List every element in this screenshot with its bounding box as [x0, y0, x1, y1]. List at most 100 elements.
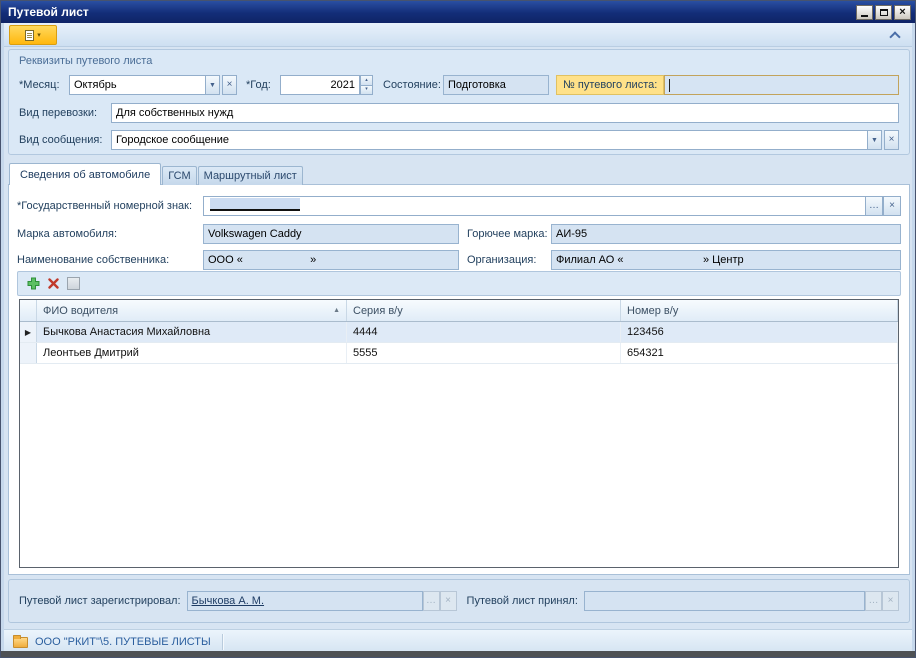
- plate-clear-button[interactable]: ×: [883, 196, 901, 216]
- organization-field: Филиал АО « » Центр: [551, 250, 901, 270]
- fuel-field: АИ-95: [551, 224, 901, 244]
- waybill-number-input[interactable]: [664, 75, 899, 95]
- cell-driver-name: Бычкова Анастасия Михайловна: [37, 322, 347, 342]
- year-value: 2021: [331, 79, 355, 91]
- month-value: Октябрь: [74, 79, 117, 91]
- month-dropdown-button[interactable]: ▼: [205, 75, 220, 95]
- window-frame-bottom: [1, 651, 915, 657]
- requisites-row-1: *Месяц: Октябрь ▼ × *Год: 2021 ▴ ▾ Состо…: [19, 74, 899, 96]
- close-button[interactable]: ×: [894, 5, 911, 20]
- inactive-square-icon: [67, 277, 80, 290]
- organization-value: Филиал АО « » Центр: [556, 254, 744, 266]
- waybill-number-label: № путевого листа:: [556, 75, 664, 95]
- text-caret: [669, 79, 670, 92]
- month-clear-button[interactable]: ×: [222, 75, 237, 95]
- registered-by-label: Путевой лист зарегистрировал:: [19, 595, 181, 607]
- transport-type-value: Для собственных нужд: [116, 107, 233, 119]
- tab-label: Сведения об автомобиле: [20, 169, 150, 181]
- owner-row: Наименование собственника: ООО « » Орган…: [17, 249, 901, 270]
- table-row[interactable]: ▶ Бычкова Анастасия Михайловна 4444 1234…: [20, 322, 898, 343]
- print-report-button[interactable]: ▾: [9, 25, 57, 45]
- column-label: ФИО водителя: [43, 305, 118, 317]
- maximize-icon: [880, 9, 888, 16]
- brand-value: Volkswagen Caddy: [208, 228, 302, 240]
- requisites-row-2: Вид перевозки: Для собственных нужд: [19, 102, 899, 124]
- ellipsis-icon: …: [869, 201, 879, 211]
- cell-driver-name: Леонтьев Дмитрий: [37, 343, 347, 363]
- navigation-path: ООО "РКИТ"\5. ПУТЕВЫЕ ЛИСТЫ: [35, 636, 211, 648]
- communication-dropdown-button[interactable]: ▼: [867, 130, 882, 150]
- requisites-group: Реквизиты путевого листа *Месяц: Октябрь…: [8, 49, 910, 155]
- spin-down-icon[interactable]: ▾: [360, 86, 373, 96]
- close-icon: ×: [899, 7, 905, 18]
- row-marker-icon: ▶: [25, 328, 31, 337]
- cell-license-series: 4444: [347, 322, 621, 342]
- clear-icon: ×: [889, 135, 895, 145]
- year-input[interactable]: 2021: [280, 75, 360, 95]
- accepted-browse-button[interactable]: …: [865, 591, 882, 611]
- state-field: Подготовка: [443, 75, 549, 95]
- registered-browse-button[interactable]: …: [423, 591, 440, 611]
- tab-route-sheet[interactable]: Маршрутный лист: [198, 166, 303, 185]
- maximize-button[interactable]: [875, 5, 892, 20]
- owner-field: ООО « »: [203, 250, 459, 270]
- delete-row-icon[interactable]: [48, 278, 59, 289]
- chevron-down-icon: ▾: [37, 32, 41, 39]
- transport-type-label: Вид перевозки:: [19, 107, 111, 119]
- registered-by-value[interactable]: Бычкова А. М.: [192, 595, 264, 607]
- status-bar: ООО "РКИТ"\5. ПУТЕВЫЕ ЛИСТЫ: [4, 629, 912, 653]
- communication-type-combo[interactable]: Городское сообщение: [111, 130, 867, 150]
- clear-icon: ×: [227, 80, 233, 90]
- state-value: Подготовка: [448, 79, 506, 91]
- organization-label: Организация:: [467, 254, 551, 266]
- current-row-marker: ▶: [20, 322, 37, 342]
- month-combo[interactable]: Октябрь: [69, 75, 205, 95]
- cell-license-number: 123456: [621, 322, 898, 342]
- plate-input[interactable]: [203, 196, 865, 216]
- communication-type-label: Вид сообщения:: [19, 134, 111, 146]
- minimize-icon: [861, 15, 868, 17]
- toolbar: ▾: [4, 23, 912, 47]
- spin-up-icon[interactable]: ▴: [360, 75, 373, 86]
- registered-by-field[interactable]: Бычкова А. М.: [187, 591, 423, 611]
- state-label: Состояние:: [383, 79, 443, 91]
- statusbar-separator: [222, 634, 223, 650]
- report-icon: [25, 30, 34, 41]
- registered-clear-button[interactable]: ×: [440, 591, 457, 611]
- column-header-license-number[interactable]: Номер в/у: [621, 300, 898, 321]
- minimize-button[interactable]: [856, 5, 873, 20]
- row-indicator-header: [20, 300, 37, 321]
- tab-label: ГСМ: [168, 170, 190, 182]
- waybill-window: Путевой лист × ▾ Реквизиты путевого лист…: [0, 0, 916, 658]
- owner-value: ООО « »: [208, 254, 316, 266]
- row-indicator-cell: [20, 343, 37, 363]
- communication-clear-button[interactable]: ×: [884, 130, 899, 150]
- window-frame-left: [1, 23, 4, 651]
- column-header-license-series[interactable]: Серия в/у: [347, 300, 621, 321]
- cell-license-number: 654321: [621, 343, 898, 363]
- tab-fuel[interactable]: ГСМ: [162, 166, 196, 185]
- accepted-clear-button[interactable]: ×: [882, 591, 899, 611]
- plate-browse-button[interactable]: …: [865, 196, 883, 216]
- ellipsis-icon: …: [869, 596, 879, 606]
- accepted-by-label: Путевой лист принял:: [467, 595, 578, 607]
- cell-license-series: 5555: [347, 343, 621, 363]
- tab-vehicle-info[interactable]: Сведения об автомобиле: [9, 163, 161, 185]
- collapse-toolbar-button[interactable]: [890, 32, 900, 40]
- table-row[interactable]: Леонтьев Дмитрий 5555 654321: [20, 343, 898, 364]
- brand-field: Volkswagen Caddy: [203, 224, 459, 244]
- communication-type-value: Городское сообщение: [116, 134, 229, 146]
- plate-row: *Государственный номерной знак: … ×: [17, 195, 901, 216]
- titlebar: Путевой лист ×: [1, 1, 915, 23]
- year-spinner[interactable]: ▴ ▾: [360, 75, 373, 95]
- accepted-by-field[interactable]: [584, 591, 865, 611]
- column-label: Серия в/у: [353, 305, 403, 317]
- clear-icon: ×: [888, 596, 894, 606]
- fuel-label: Горючее марка:: [467, 228, 551, 240]
- column-header-driver-name[interactable]: ФИО водителя ▲: [37, 300, 347, 321]
- add-row-icon[interactable]: [27, 277, 40, 290]
- transport-type-input[interactable]: Для собственных нужд: [111, 103, 899, 123]
- requisites-row-3: Вид сообщения: Городское сообщение ▼ ×: [19, 129, 899, 151]
- vehicle-info-panel: *Государственный номерной знак: … × Марк…: [8, 184, 910, 575]
- fuel-value: АИ-95: [556, 228, 587, 240]
